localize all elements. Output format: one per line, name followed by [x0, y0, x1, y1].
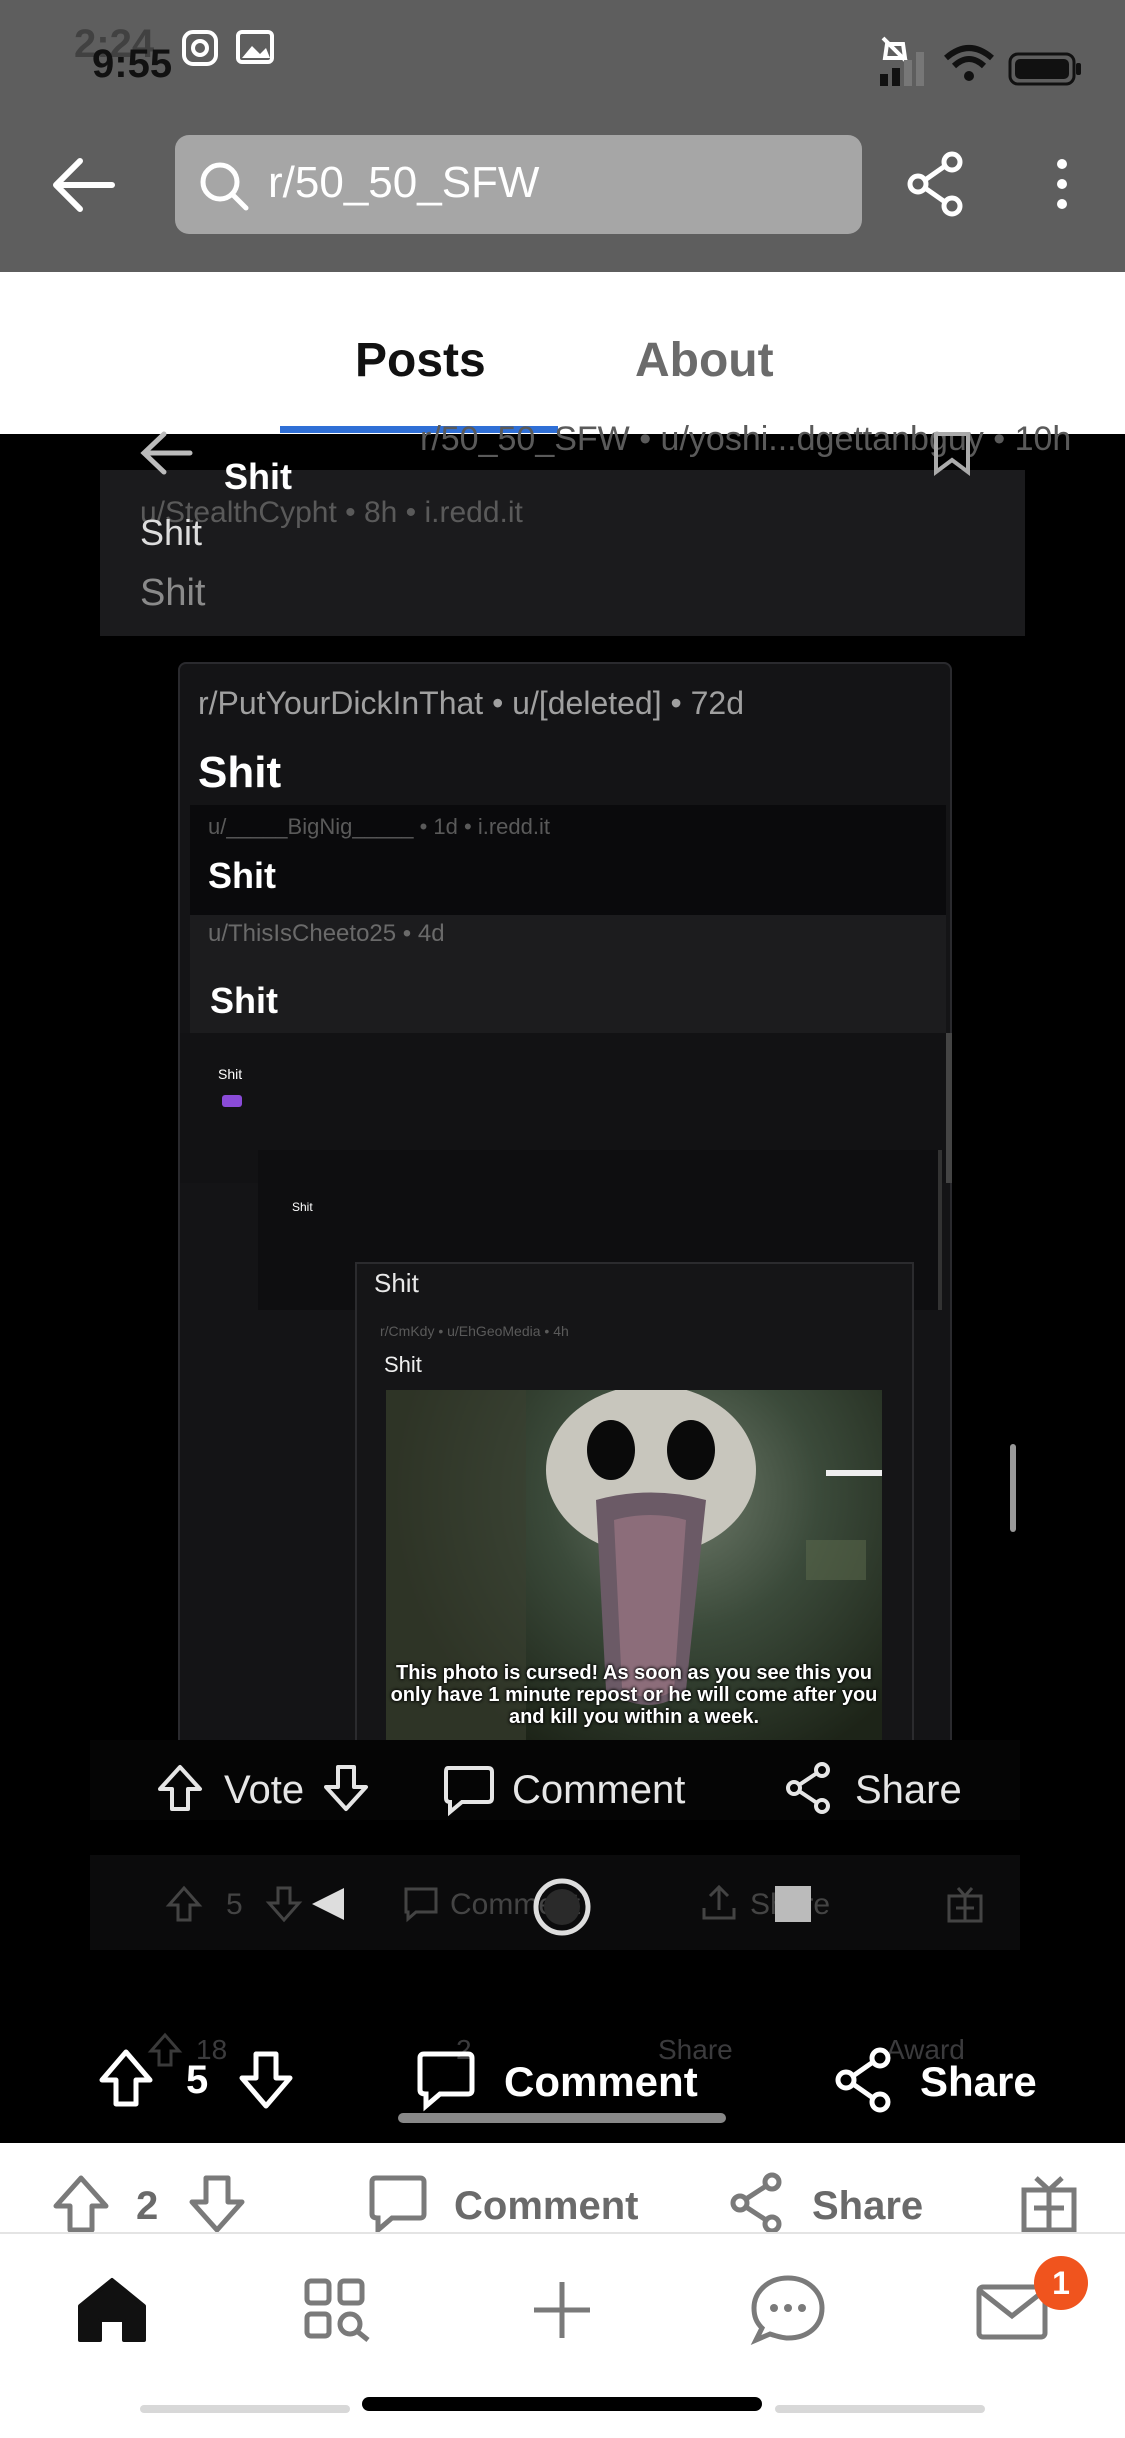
share-icon[interactable] — [728, 2172, 784, 2239]
home-circle-icon[interactable] — [532, 1877, 592, 1942]
share-label[interactable]: Share — [855, 1768, 962, 1813]
inner-title-1: Shit — [208, 855, 276, 896]
upvote-icon[interactable] — [52, 2174, 110, 2239]
nested-back-icon — [140, 428, 194, 483]
page-comment-label[interactable]: Comment — [454, 2184, 638, 2229]
search-query: r/50_50_SFW — [268, 158, 540, 207]
battery-icon — [1008, 52, 1084, 91]
upvote-icon[interactable] — [98, 2048, 154, 2113]
vote-label: Vote — [224, 1768, 305, 1812]
purple-flair — [222, 1095, 242, 1107]
communities-icon[interactable] — [304, 2278, 372, 2347]
home-indicator[interactable] — [362, 2397, 762, 2411]
home-icon[interactable] — [76, 2276, 148, 2349]
nested-sub-header: r/50_50_SFW • u/yoshi...dgettanbguy • 10… — [420, 420, 1072, 458]
nested-title-1: Shit — [224, 456, 292, 497]
gallery-icon — [236, 30, 274, 69]
comment-icon[interactable] — [416, 2050, 476, 2115]
upload-icon — [700, 1884, 738, 1927]
share-icon[interactable] — [906, 151, 966, 221]
share-label[interactable]: Share — [920, 2058, 1037, 2106]
tab-posts[interactable]: Posts — [355, 333, 486, 388]
page-share-label[interactable]: Share — [812, 2184, 923, 2229]
downvote-icon[interactable] — [188, 2174, 246, 2239]
deep-meta: r/CmKdy • u/EhGeoMedia • 4h — [380, 1323, 569, 1339]
notification-badge: 1 — [1034, 2256, 1088, 2310]
comment-icon[interactable] — [368, 2174, 428, 2239]
scrollbar-thumb[interactable] — [1010, 1444, 1016, 1532]
signal-icon — [880, 52, 930, 91]
home-indicator-ghost-left — [140, 2405, 350, 2413]
nested-title-3: Shit — [140, 572, 206, 614]
nested-title-2: Shit — [140, 512, 203, 553]
crosspost-title: Shit — [198, 748, 282, 797]
nested-bookmark-icon — [932, 432, 972, 481]
search-icon — [198, 160, 250, 217]
recent-apps-square-icon[interactable] — [775, 1886, 811, 1922]
share-icon[interactable] — [784, 1762, 832, 1819]
tab-bar — [0, 272, 1125, 434]
crosspost-meta: r/PutYourDickInThat • u/[deleted] • 72d — [198, 685, 744, 721]
inner-title-2: Shit — [210, 980, 278, 1021]
comment-label[interactable]: Comment — [512, 1768, 685, 1813]
vote-count: 5 — [226, 1888, 243, 1921]
home-indicator-ghost-right — [775, 2405, 985, 2413]
downvote-icon[interactable] — [238, 2050, 294, 2115]
inner-meta-1: u/_____BigNig_____ • 1d • i.redd.it — [208, 814, 550, 839]
downvote-icon[interactable] — [322, 1763, 370, 1818]
back-arrow-icon[interactable] — [52, 155, 116, 220]
inner-meta-2: u/ThisIsCheeto25 • 4d — [208, 920, 445, 947]
tab-about[interactable]: About — [635, 333, 774, 388]
upvote-icon — [165, 1885, 203, 1928]
comment-icon[interactable] — [442, 1764, 494, 1819]
deep-title-1: Shit — [218, 1066, 243, 1082]
gift-icon — [946, 1884, 984, 1929]
deep-title-4: Shit — [384, 1352, 422, 1377]
comment-label[interactable]: Comment — [504, 2058, 698, 2106]
more-options-icon[interactable] — [1052, 158, 1072, 215]
award-icon[interactable] — [1020, 2172, 1078, 2239]
status-time: 9:55 — [92, 42, 173, 86]
deep-title-3: Shit — [374, 1268, 419, 1298]
instagram-icon — [182, 30, 218, 71]
vote-count: 5 — [186, 2058, 209, 2102]
page-vote-count: 2 — [136, 2184, 159, 2228]
chat-icon[interactable] — [750, 2274, 826, 2351]
home-indicator-inner — [398, 2113, 726, 2123]
downvote-icon — [265, 1885, 303, 1928]
deep-title-2: Shit — [292, 1200, 313, 1214]
wifi-icon — [944, 44, 994, 89]
create-post-icon[interactable] — [532, 2280, 592, 2345]
upvote-icon[interactable] — [156, 1763, 204, 1818]
image-caption: This photo is cursed! As soon as you see… — [390, 1662, 878, 1728]
back-triangle-icon[interactable] — [308, 1884, 348, 1929]
comment-icon — [402, 1886, 440, 1927]
share-icon[interactable] — [834, 2047, 892, 2117]
